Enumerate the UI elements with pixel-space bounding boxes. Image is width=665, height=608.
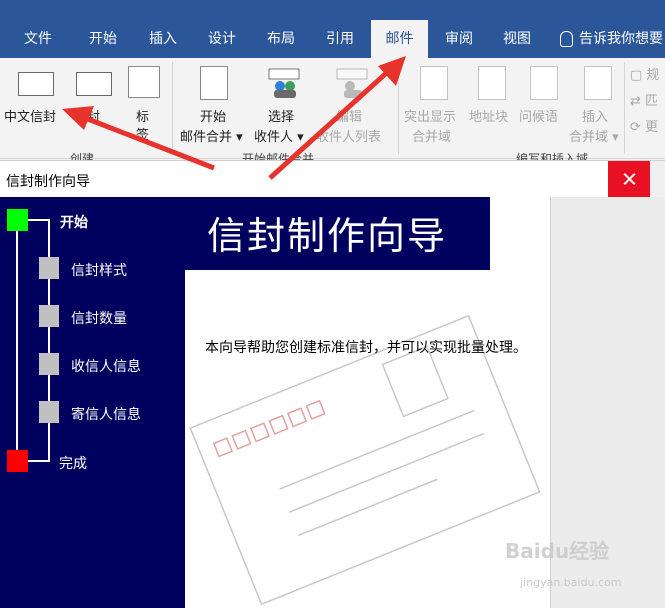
insert-field-line1[interactable]: 插入: [582, 106, 608, 125]
start-merge-button-line2[interactable]: 邮件合并 ▾: [180, 126, 243, 145]
chinese-envelope-button[interactable]: 中文信封: [4, 106, 56, 125]
tab-file[interactable]: 文件: [10, 20, 66, 58]
start-merge-button-line1[interactable]: 开始: [200, 106, 226, 125]
step-envelope-count-label[interactable]: 信封数量: [71, 308, 127, 328]
insert-field-icon: [584, 66, 612, 100]
start-merge-icon: [200, 66, 228, 100]
labels-button-line2[interactable]: 签: [136, 124, 149, 143]
edit-recipients-line1[interactable]: 编辑: [336, 106, 362, 125]
highlight-fields-line1[interactable]: 突出显示: [404, 106, 456, 125]
tell-me-box[interactable]: 告诉我你想要: [560, 20, 663, 58]
update-labels-icon: ⟳: [630, 120, 646, 135]
intro-text: 本向导帮助您创建标准信封，并可以实现批量处理。: [205, 340, 527, 356]
match-fields-icon: ⇄: [630, 94, 646, 109]
dialog-title: 信封制作向导: [6, 174, 90, 190]
tell-me-text: 告诉我你想要: [579, 31, 663, 47]
group-separator: [172, 62, 173, 154]
ribbon-body: 中文信封 信封 标 签 创建 开始 邮件合并 ▾ 选择 收件人 ▾ 编辑 收件人…: [0, 58, 665, 166]
envelope-illustration-icon: [189, 314, 541, 606]
tab-references[interactable]: 引用: [310, 20, 370, 58]
start-merge-text: 邮件合并: [180, 130, 233, 145]
banner-side-fill: [490, 197, 550, 270]
match-fields-text: 匹: [645, 94, 659, 109]
watermark-url: jingyan.baidu.com: [520, 576, 622, 589]
step-connector-lines: [16, 219, 50, 462]
step-envelope-style-label[interactable]: 信封样式: [71, 260, 127, 280]
lightbulb-icon: [560, 31, 573, 47]
wizard-step-panel: 开始 信封样式 信封数量 收信人信息 寄信人信息 完成: [0, 197, 185, 608]
step-start-marker: [7, 209, 28, 231]
labels-button-line1[interactable]: 标: [136, 106, 149, 125]
address-block-button[interactable]: 地址块: [469, 106, 508, 125]
match-fields-button[interactable]: ⇄ 匹: [630, 90, 658, 109]
greeting-line-icon: [530, 66, 558, 100]
address-block-icon: [478, 66, 506, 100]
step-recipient-label[interactable]: 收信人信息: [71, 356, 141, 376]
highlight-fields-icon: [420, 66, 448, 100]
step-sender-marker: [39, 401, 59, 423]
edit-recipients-line2[interactable]: 收件人列表: [316, 126, 381, 145]
highlight-fields-line2[interactable]: 合并域: [412, 126, 451, 145]
wizard-banner: 信封制作向导: [185, 197, 490, 270]
tab-review[interactable]: 审阅: [430, 20, 488, 58]
select-recipients-text: 收件人: [254, 130, 294, 145]
update-labels-button[interactable]: ⟳ 更: [630, 116, 658, 135]
tab-view[interactable]: 视图: [488, 20, 546, 58]
tab-insert[interactable]: 插入: [134, 20, 192, 58]
step-recipient-marker: [39, 353, 59, 375]
select-recipients-line2[interactable]: 收件人 ▾: [254, 126, 304, 145]
step-envelope-count-marker: [39, 305, 59, 327]
tab-mailings[interactable]: 邮件: [371, 20, 428, 58]
insert-field-line2[interactable]: 合并域 ▾: [569, 126, 619, 145]
ribbon-tab-bar: 文件 开始 插入 设计 布局 引用 邮件 审阅 视图 告诉我你想要: [0, 20, 665, 58]
rules-icon: ▢: [630, 68, 647, 83]
rules-button[interactable]: ▢ 规: [630, 64, 659, 83]
chinese-envelope-icon: [18, 72, 54, 96]
step-finish-label[interactable]: 完成: [59, 453, 87, 473]
close-button[interactable]: [608, 161, 650, 197]
select-recipients-icon: [268, 68, 300, 98]
insert-field-text: 合并域: [569, 130, 609, 145]
envelopes-button[interactable]: 信封: [74, 106, 100, 125]
update-labels-text: 更: [645, 120, 659, 135]
greeting-line-button[interactable]: 问候语: [519, 106, 558, 125]
group-separator: [624, 62, 625, 154]
edit-recipients-icon: [336, 68, 368, 98]
group-separator: [398, 62, 399, 154]
tab-design[interactable]: 设计: [192, 20, 252, 58]
rules-text: 规: [646, 68, 660, 83]
background-strip: [650, 161, 665, 197]
envelope-icon: [76, 72, 112, 96]
banner-title: 信封制作向导: [207, 214, 448, 258]
tab-home[interactable]: 开始: [74, 20, 132, 58]
title-strip: [0, 0, 665, 20]
watermark-brand: Baidu经验: [505, 539, 610, 563]
labels-icon: [128, 66, 160, 98]
step-sender-label[interactable]: 寄信人信息: [71, 404, 141, 424]
step-envelope-style-marker: [39, 257, 59, 279]
select-recipients-line1[interactable]: 选择: [268, 106, 294, 125]
tab-layout[interactable]: 布局: [252, 20, 310, 58]
step-finish-marker: [7, 450, 28, 472]
step-start-label[interactable]: 开始: [60, 212, 88, 232]
wizard-content: 本向导帮助您创建标准信封，并可以实现批量处理。: [185, 270, 550, 608]
